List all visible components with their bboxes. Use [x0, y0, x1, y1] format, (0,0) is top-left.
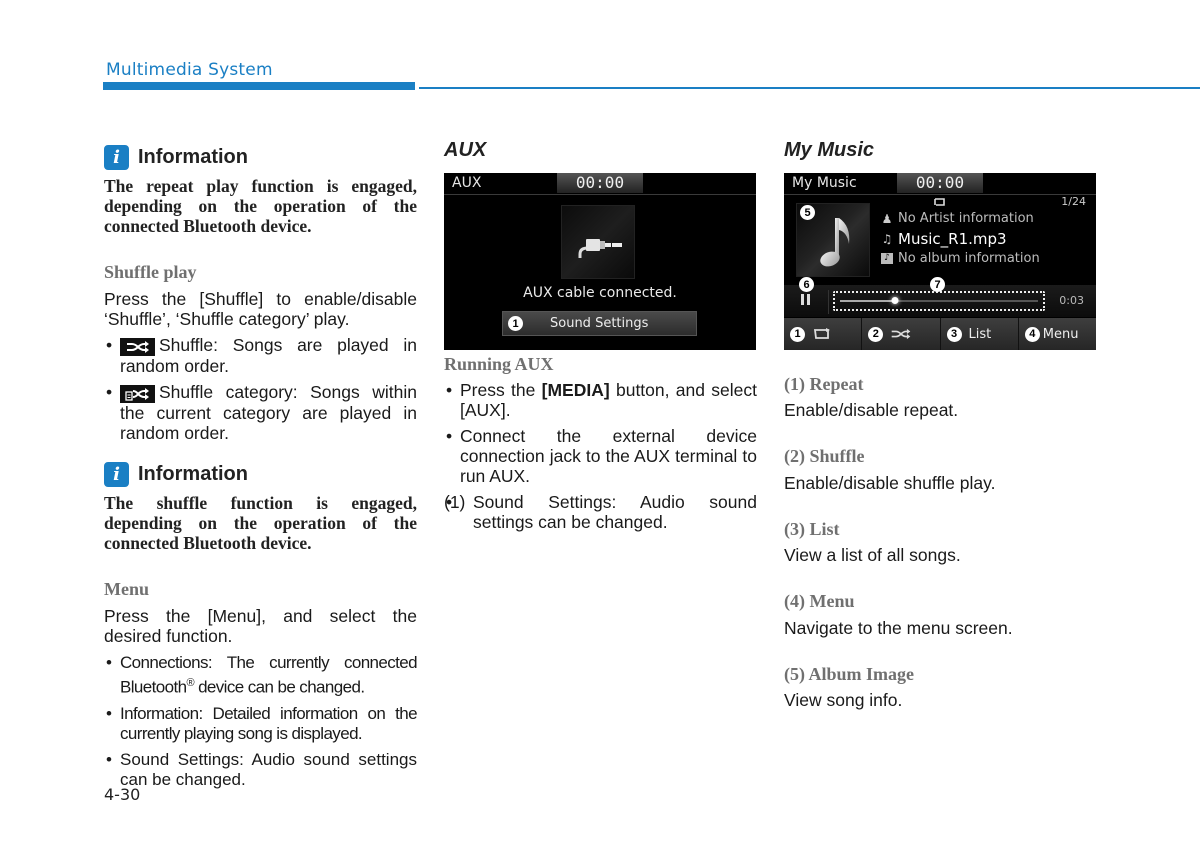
item-text: Enable/disable shuffle play. — [784, 473, 996, 493]
menu-heading: Menu — [104, 579, 149, 599]
item-heading: (4) Menu — [784, 591, 855, 611]
menu-button[interactable]: 4 Menu — [1018, 318, 1096, 350]
menu-label: Menu — [1042, 326, 1079, 342]
seek-knob[interactable] — [891, 297, 899, 304]
item-text: View a list of all songs. — [784, 545, 961, 565]
aux-status-message: AUX cable connected. — [523, 285, 677, 301]
running-aux-bullet: Press the [MEDIA] button, and select [AU… — [444, 380, 757, 420]
repeat-icon — [813, 328, 830, 339]
my-music-screen: My Music 00:00 5 1/24 ♟ No Artist inform… — [784, 173, 1096, 350]
song-title-line: ♫ Music_R1.mp3 — [881, 230, 1007, 248]
callout-badge: 2 — [868, 326, 884, 342]
header-rule-thin — [419, 87, 1200, 89]
running-aux-numbered: (1) Sound Settings: Audio sound settings… — [444, 492, 757, 538]
screen-status-bar: AUX 00:00 — [444, 173, 756, 195]
shuffle-play-intro: Press the [Shuffle] to enable/disable ‘S… — [104, 289, 417, 329]
my-music-title: My Music — [784, 139, 875, 161]
item-text: View song info. — [784, 690, 903, 710]
item-text: Enable/disable repeat. — [784, 400, 959, 420]
shuffle-category-icon — [120, 385, 155, 403]
section-header-title: Multimedia System — [106, 60, 273, 80]
shuffle-icon — [120, 338, 155, 356]
callout-badge: 4 — [1024, 326, 1040, 342]
info-label: Information — [138, 146, 248, 168]
divider — [828, 290, 829, 314]
sound-settings-button[interactable]: 1 Sound Settings — [502, 311, 697, 336]
info-icon: i — [104, 462, 129, 487]
clock: 00:00 — [897, 173, 983, 193]
callout-album-art: 5 — [800, 205, 815, 220]
repeat-button[interactable]: 1 — [784, 318, 863, 350]
info-label: Information — [138, 463, 248, 485]
source-label: AUX — [452, 175, 482, 191]
aux-cable-icon — [578, 239, 622, 258]
album-line: ♪ No album information — [881, 251, 1040, 266]
seek-fill — [840, 300, 896, 302]
shuffle-bullet: Shuffle: Songs are played in random orde… — [104, 335, 417, 376]
album-icon: ♪ — [881, 253, 893, 264]
shuffle-button[interactable]: 2 — [862, 318, 941, 350]
aux-screen: AUX 00:00 AUX cable connected. 1 Sound S… — [444, 173, 756, 350]
aux-art — [561, 205, 635, 279]
source-label: My Music — [792, 175, 857, 191]
list-button[interactable]: 3 List — [940, 318, 1019, 350]
aux-title: AUX — [444, 139, 487, 161]
song-icon: ♫ — [881, 232, 893, 246]
item-heading: (2) Shuffle — [784, 446, 865, 466]
page-number: 4-30 — [104, 785, 141, 804]
callout-badge: 3 — [946, 326, 962, 342]
numbered-item: (1) Sound Settings: Audio sound settings… — [444, 492, 757, 532]
menu-bullet: Connections: The currently connected Blu… — [104, 653, 418, 698]
info-text-repeat: The repeat play function is engaged, dep… — [104, 176, 417, 236]
shuffle-category-bullet: Shuffle category: Songs within the curre… — [104, 382, 417, 443]
info-icon: i — [104, 145, 129, 170]
screen-status-bar: My Music 00:00 — [784, 173, 1096, 195]
item-heading: (1) Repeat — [784, 374, 864, 394]
item-text: Navigate to the menu screen. — [784, 618, 1013, 638]
elapsed-time: 0:03 — [1059, 294, 1084, 307]
artist-icon: ♟ — [881, 211, 893, 226]
menu-bullet: Information: Detailed information on the… — [104, 704, 418, 744]
track-counter: 1/24 — [1061, 195, 1086, 208]
pause-button[interactable] — [801, 294, 810, 305]
callout-badge: 1 — [790, 326, 805, 342]
running-aux-bullet: Connect the external device connection j… — [444, 426, 757, 486]
running-aux-heading: Running AUX — [444, 354, 554, 374]
seek-bar[interactable] — [833, 291, 1045, 311]
shuffle-icon — [891, 328, 911, 340]
callout-pause: 6 — [799, 277, 814, 292]
callout-seek: 7 — [930, 277, 945, 292]
menu-intro: Press the [Menu], and select the desired… — [104, 606, 417, 646]
sound-settings-label: Sound Settings — [550, 316, 649, 331]
control-bar: 1 2 3 List 4 Menu — [784, 318, 1096, 350]
menu-bullet: Sound Settings: Audio sound settings can… — [104, 750, 417, 790]
artist-line: ♟ No Artist information — [881, 211, 1034, 226]
shuffle-play-heading: Shuffle play — [104, 262, 197, 282]
item-heading: (5) Album Image — [784, 664, 914, 684]
header-rule-thick — [103, 82, 415, 90]
info-heading-repeat: i Information — [104, 145, 248, 170]
item-heading: (3) List — [784, 519, 840, 539]
seek-track — [840, 297, 1038, 304]
info-heading-shuffle: i Information — [104, 462, 248, 487]
list-label: List — [968, 326, 992, 342]
running-aux-bullets: Press the [MEDIA] button, and select [AU… — [444, 380, 757, 492]
callout-badge: 1 — [508, 316, 523, 331]
info-text-shuffle: The shuffle function is engaged, dependi… — [104, 493, 417, 553]
clock: 00:00 — [557, 173, 643, 193]
menu-bullets: Connections: The currently connected Blu… — [104, 653, 418, 796]
shuffle-bullets: Shuffle: Songs are played in random orde… — [104, 335, 417, 449]
